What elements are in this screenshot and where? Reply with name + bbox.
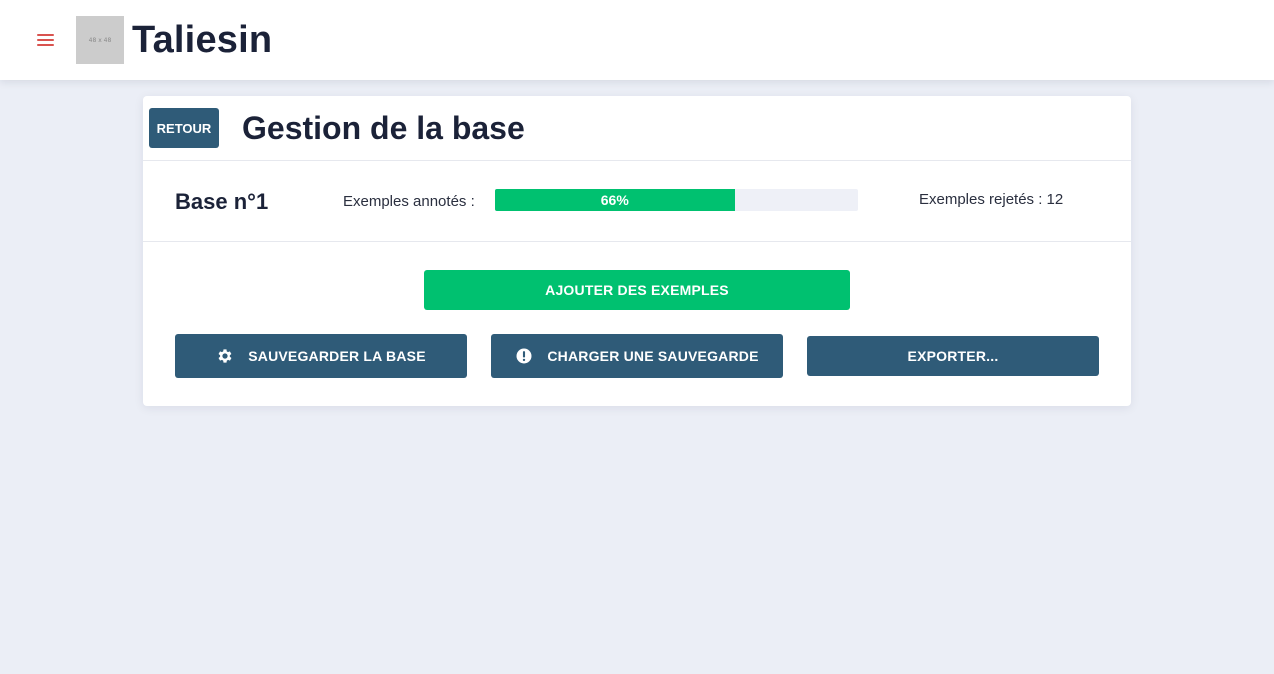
load-backup-label: CHARGER UNE SAUVEGARDE <box>547 348 759 364</box>
annotation-progress-bar: 66% <box>495 189 858 211</box>
base-name: Base n°1 <box>175 189 269 214</box>
top-bar: 48 x 48 Taliesin <box>0 0 1274 80</box>
exclamation-circle-icon <box>516 348 532 364</box>
base-stats-row: Base n°1 Exemples annotés : 66% Exemples… <box>143 161 1131 242</box>
rejected-examples-count: Exemples rejetés : 12 <box>919 191 1064 208</box>
add-examples-button[interactable]: AJOUTER DES EXEMPLES <box>424 270 850 310</box>
annotated-examples-label: Exemples annotés : <box>343 193 475 210</box>
add-examples-label: AJOUTER DES EXEMPLES <box>545 282 729 298</box>
logo-placeholder-text: 48 x 48 <box>88 36 112 44</box>
annotation-progress-text: 66% <box>600 192 629 208</box>
save-base-button[interactable]: SAUVEGARDER LA BASE <box>175 334 467 378</box>
save-base-label: SAUVEGARDER LA BASE <box>248 348 426 364</box>
card-header: RETOUR Gestion de la base <box>143 96 1131 161</box>
export-label: EXPORTER... <box>907 348 999 364</box>
back-button[interactable]: RETOUR <box>149 108 219 148</box>
logo: 48 x 48 <box>76 16 124 64</box>
app-title: Taliesin <box>132 19 273 61</box>
hamburger-menu-icon[interactable] <box>37 34 54 46</box>
page-title: Gestion de la base <box>242 110 525 146</box>
database-management-card: RETOUR Gestion de la base Base n°1 Exemp… <box>143 96 1131 406</box>
load-backup-button[interactable]: CHARGER UNE SAUVEGARDE <box>491 334 783 378</box>
annotation-progress-fill: 66% <box>495 189 735 211</box>
export-button[interactable]: EXPORTER... <box>807 336 1099 376</box>
gear-icon <box>218 349 232 363</box>
